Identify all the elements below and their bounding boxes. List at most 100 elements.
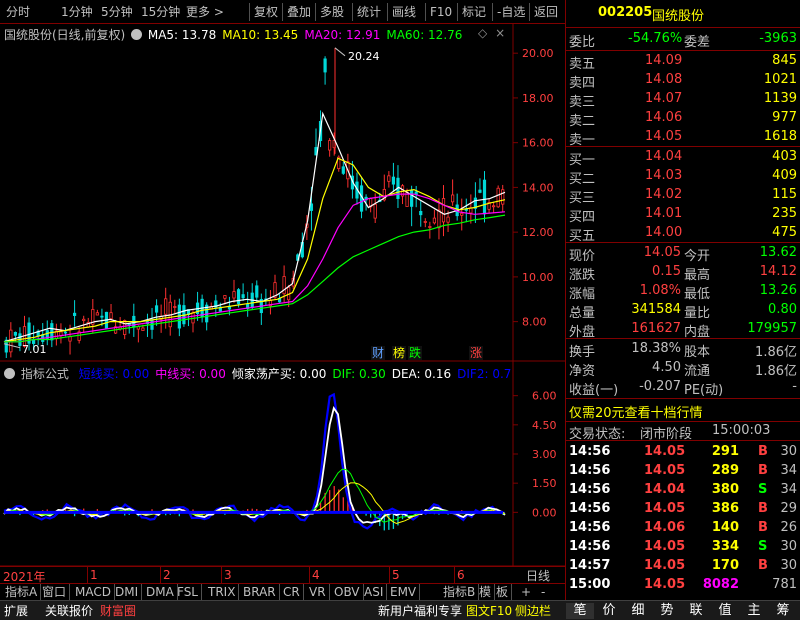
- tick-price: 14.05: [644, 558, 686, 573]
- period-tab[interactable]: 1分钟: [61, 4, 93, 21]
- candle-body: [68, 336, 72, 342]
- toolbar-button[interactable]: 叠加: [287, 4, 311, 21]
- toolbar-separator: [492, 3, 493, 21]
- f10-button[interactable]: 图文F10: [466, 603, 512, 619]
- panel-tab[interactable]: 势: [653, 603, 681, 619]
- indicator-tab[interactable]: TRIX: [205, 584, 240, 601]
- candle-body: [373, 203, 377, 219]
- candle-body: [255, 285, 259, 298]
- settings-circle-icon[interactable]: [4, 368, 15, 379]
- candle-body: [410, 190, 414, 207]
- event-marker[interactable]: 涨: [470, 345, 482, 360]
- candle-body: [432, 217, 437, 224]
- tick-volume: 8082: [702, 577, 739, 592]
- indicator-tab[interactable]: DMA: [143, 584, 178, 601]
- event-marker[interactable]: 跌: [409, 345, 421, 360]
- candle-body: [141, 327, 145, 331]
- indicator-tab[interactable]: FSL: [174, 584, 202, 601]
- level-label: 买一: [569, 153, 596, 168]
- status-link[interactable]: 关联报价: [45, 603, 93, 619]
- level-price: 14.06: [645, 110, 683, 125]
- indicator-tab[interactable]: EMV: [387, 584, 421, 601]
- period-label[interactable]: 日线: [526, 567, 550, 584]
- settings-circle-icon[interactable]: [131, 29, 143, 40]
- stat-label: 股本: [684, 345, 711, 360]
- indicator-tab[interactable]: MACD: [72, 584, 115, 601]
- candle-body: [419, 210, 423, 216]
- promo-link[interactable]: 仅需20元查看十档行情: [566, 401, 800, 421]
- candle-body: [328, 140, 332, 151]
- zoom-in-button[interactable]: +: [518, 584, 534, 601]
- stat-label: 涨跌: [569, 268, 596, 283]
- x-axis: 2021年 123456 日线: [0, 566, 565, 584]
- sell-level-row: 卖一 14.05 1618: [566, 128, 800, 148]
- stat-value: 13.62: [759, 245, 797, 260]
- period-tab[interactable]: 更多 >: [186, 4, 224, 21]
- status-link[interactable]: 扩展: [4, 603, 28, 619]
- buy-level-row: 买四 14.01 235: [566, 205, 800, 225]
- kline-chart[interactable]: 20.0018.0016.0014.0012.0010.008.0020.247…: [0, 24, 565, 583]
- promo-button[interactable]: 新用户福利专享: [378, 603, 462, 619]
- close-icon[interactable]: ×: [495, 26, 505, 40]
- stat-row: 涨幅 1.08% 最低 13.26: [566, 282, 800, 302]
- tick-row: 14:56 14.05 386 B 29: [566, 500, 800, 519]
- panel-tab[interactable]: 值: [711, 603, 739, 619]
- period-toolbar: 分时 1分钟 5分钟 15分钟 更多 > 复权 叠加 多股 统计 画线 F10 标记 -自选 返回: [0, 0, 565, 24]
- panel-tab[interactable]: 筹: [769, 603, 797, 619]
- toolbar-button[interactable]: 多股: [320, 4, 344, 21]
- indicator-tab[interactable]: 指标A: [2, 584, 42, 601]
- indicator-tab[interactable]: OBV: [331, 584, 364, 601]
- toolbar-button[interactable]: 返回: [534, 4, 558, 21]
- indicator-tab[interactable]: 指标B: [440, 584, 480, 601]
- panel-tab[interactable]: 价: [595, 603, 623, 619]
- panel-tab[interactable]: 细: [624, 603, 652, 619]
- zoom-out-button[interactable]: -: [538, 584, 548, 601]
- weibi-value: -54.76%: [628, 31, 683, 46]
- x-axis-tick: [389, 567, 390, 583]
- event-marker[interactable]: 榜: [393, 345, 405, 360]
- sell-level-row: 卖二 14.06 977: [566, 109, 800, 129]
- diamond-icon[interactable]: ◇: [478, 26, 487, 40]
- toolbar-button[interactable]: -自选: [497, 4, 525, 21]
- indicator-tab[interactable]: BRAR: [240, 584, 280, 601]
- indicator-tab[interactable]: CR: [280, 584, 304, 601]
- period-tab[interactable]: 分时: [6, 4, 30, 21]
- stat-value: -0.207: [639, 379, 681, 394]
- toolbar-separator: [529, 3, 530, 21]
- tick-price: 14.05: [644, 539, 686, 554]
- candle-body: [241, 294, 245, 299]
- toolbar-button[interactable]: 画线: [392, 4, 416, 21]
- indicator-tab[interactable]: 窗口: [39, 584, 71, 601]
- tick-side: B: [758, 501, 768, 516]
- panel-tab[interactable]: 联: [682, 603, 710, 619]
- chart-controls[interactable]: ◇ ×: [478, 26, 505, 40]
- candle-body: [446, 216, 450, 223]
- status-link[interactable]: 财富圈: [100, 603, 136, 619]
- toolbar-button[interactable]: 复权: [254, 4, 278, 21]
- tick-count: 30: [780, 558, 797, 573]
- indicator-tab[interactable]: DMI: [112, 584, 143, 601]
- period-tab[interactable]: 5分钟: [101, 4, 133, 21]
- toolbar-button[interactable]: 统计: [357, 4, 381, 21]
- indicator-tab[interactable]: VR: [306, 584, 330, 601]
- toolbar-button[interactable]: 标记: [462, 4, 486, 21]
- candle-body: [391, 176, 396, 185]
- tick-count: 29: [780, 501, 797, 516]
- panel-tab[interactable]: 主: [740, 603, 768, 619]
- candle-body: [323, 58, 327, 73]
- event-marker[interactable]: 财: [372, 346, 384, 360]
- indicator-tab[interactable]: ASI: [361, 584, 388, 601]
- tick-time: 14:56: [569, 463, 611, 478]
- high-label: 20.24: [348, 50, 380, 63]
- toolbar-separator: [315, 3, 316, 21]
- indicator-tab[interactable]: 板: [493, 584, 513, 601]
- period-tab[interactable]: 15分钟: [141, 4, 180, 21]
- chart-area[interactable]: 20.00 18.00 16.00 14.00 12.00 10.00 8.00 20.24 7…: [0, 24, 565, 584]
- stat-value: 14.12: [759, 264, 797, 279]
- candle-body: [100, 315, 104, 318]
- panel-tab[interactable]: 笔: [566, 603, 594, 619]
- toolbar-button[interactable]: F10: [430, 4, 452, 21]
- sidebar-button[interactable]: 侧边栏: [515, 603, 551, 619]
- x-axis-tick: [221, 567, 222, 583]
- stat-label: 最高: [684, 268, 711, 283]
